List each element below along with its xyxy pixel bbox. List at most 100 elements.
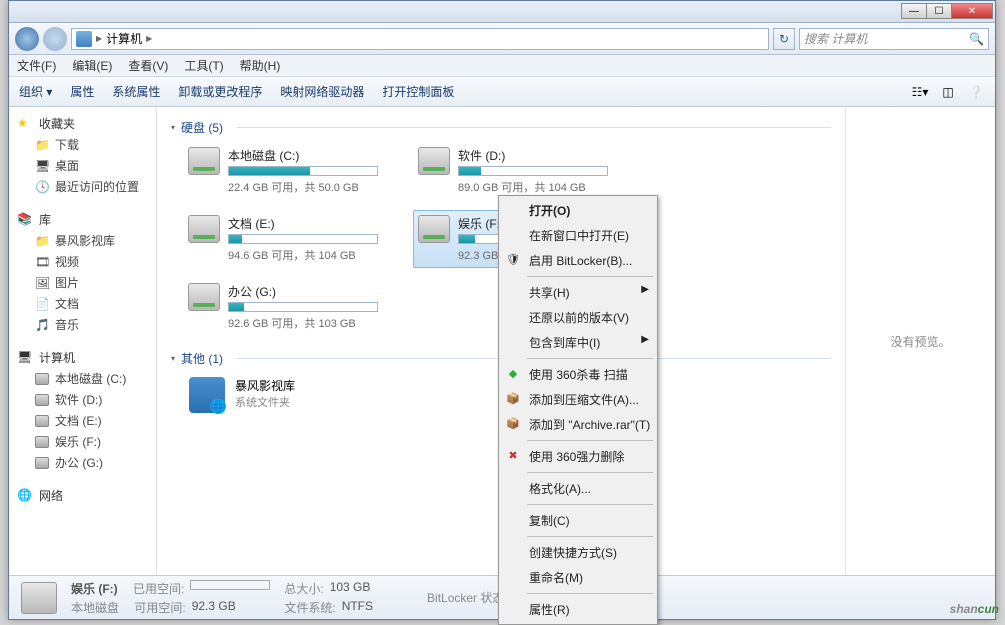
drive-name: 文档 (E:) — [228, 215, 378, 232]
drive-icon — [418, 215, 450, 243]
menu-help[interactable]: 帮助(H) — [240, 57, 281, 74]
folder-icon: 📁 — [35, 138, 49, 152]
refresh-button[interactable]: ↻ — [773, 28, 795, 50]
sidebar-item-drive-d[interactable]: 软件 (D:) — [9, 389, 156, 410]
drive-usage-bar — [228, 302, 378, 312]
menu-edit[interactable]: 编辑(E) — [72, 57, 112, 74]
cm-new-window[interactable]: 在新窗口中打开(E) — [501, 223, 655, 248]
storm-library-icon — [189, 377, 225, 413]
cm-separator — [527, 593, 653, 594]
cm-shortcut[interactable]: 创建快捷方式(S) — [501, 540, 655, 565]
close-button[interactable]: ✕ — [951, 3, 993, 19]
sidebar-item-drive-g[interactable]: 办公 (G:) — [9, 452, 156, 473]
drive-icon — [35, 457, 49, 469]
chevron-right-icon: ▶ — [641, 284, 649, 295]
view-mode-icon[interactable]: ☷▾ — [911, 83, 929, 101]
sidebar-item-video[interactable]: 🎞视频 — [9, 251, 156, 272]
uninstall-button[interactable]: 卸载或更改程序 — [178, 83, 262, 100]
cm-add-archive[interactable]: 📦添加到 "Archive.rar"(T) — [501, 412, 655, 437]
cm-properties[interactable]: 属性(R) — [501, 597, 655, 622]
desktop-icon: 🖥 — [35, 159, 49, 173]
cm-bitlocker[interactable]: 🛡启用 BitLocker(B)... — [501, 248, 655, 273]
drive-stat: 92.6 GB 可用，共 103 GB — [228, 315, 378, 331]
organize-button[interactable]: 组织 ▾ — [19, 83, 52, 100]
cm-restore[interactable]: 还原以前的版本(V) — [501, 305, 655, 330]
sidebar-computer[interactable]: 🖥计算机 — [9, 347, 156, 368]
breadcrumb-item[interactable]: 计算机 — [106, 30, 142, 47]
cm-separator — [527, 536, 653, 537]
shield-icon: ◆ — [505, 365, 521, 381]
drive-icon — [35, 394, 49, 406]
other-item-sub: 系统文件夹 — [235, 394, 295, 410]
forward-button[interactable] — [43, 27, 67, 51]
status-total: 103 GB — [330, 580, 371, 597]
breadcrumb-sep-icon: ▶ — [146, 34, 152, 43]
breadcrumb[interactable]: ▶ 计算机 ▶ — [71, 28, 769, 50]
drive-icon — [188, 215, 220, 243]
drive-item[interactable]: 文档 (E:) 94.6 GB 可用，共 104 GB — [183, 210, 383, 268]
maximize-button[interactable]: ☐ — [926, 3, 952, 19]
back-button[interactable] — [15, 27, 39, 51]
search-placeholder: 搜索 计算机 — [804, 30, 867, 47]
sidebar-item-desktop[interactable]: 🖥桌面 — [9, 155, 156, 176]
library-icon: 📚 — [17, 212, 33, 228]
cm-separator — [527, 358, 653, 359]
menubar: 文件(F) 编辑(E) 查看(V) 工具(T) 帮助(H) — [9, 55, 995, 77]
computer-icon — [76, 31, 92, 47]
menu-tools[interactable]: 工具(T) — [184, 57, 223, 74]
group-header-disks[interactable]: ▾硬盘 (5) — [171, 119, 831, 136]
cm-add-rar[interactable]: 📦添加到压缩文件(A)... — [501, 387, 655, 412]
music-icon: 🎵 — [35, 318, 49, 332]
sidebar-network[interactable]: 🌐网络 — [9, 485, 156, 506]
help-icon[interactable]: ❔ — [967, 83, 985, 101]
sidebar-item-pictures[interactable]: 🖼图片 — [9, 272, 156, 293]
sidebar-item-downloads[interactable]: 📁下载 — [9, 134, 156, 155]
menu-view[interactable]: 查看(V) — [128, 57, 168, 74]
titlebar[interactable]: — ☐ ✕ — [9, 1, 995, 23]
properties-button[interactable]: 属性 — [70, 83, 94, 100]
sidebar-item-drive-e[interactable]: 文档 (E:) — [9, 410, 156, 431]
document-icon: 📄 — [35, 297, 49, 311]
cm-format[interactable]: 格式化(A)... — [501, 476, 655, 501]
cm-include-library[interactable]: 包含到库中(I)▶ — [501, 330, 655, 355]
sidebar-item-stormlib[interactable]: 📁暴风影视库 — [9, 230, 156, 251]
cm-copy[interactable]: 复制(C) — [501, 508, 655, 533]
drive-stat: 89.0 GB 可用，共 104 GB — [458, 179, 608, 195]
cm-open[interactable]: 打开(O) — [501, 198, 655, 223]
sidebar-item-music[interactable]: 🎵音乐 — [9, 314, 156, 335]
search-input[interactable]: 搜索 计算机 🔍 — [799, 28, 989, 50]
cm-360-delete[interactable]: ✖使用 360强力删除 — [501, 444, 655, 469]
sidebar-item-drive-c[interactable]: 本地磁盘 (C:) — [9, 368, 156, 389]
cm-share[interactable]: 共享(H)▶ — [501, 280, 655, 305]
sidebar-item-documents[interactable]: 📄文档 — [9, 293, 156, 314]
drive-usage-bar — [228, 166, 378, 176]
cm-360-scan[interactable]: ◆使用 360杀毒 扫描 — [501, 362, 655, 387]
drive-stat: 22.4 GB 可用，共 50.0 GB — [228, 179, 378, 195]
drive-usage-bar — [458, 166, 608, 176]
menu-file[interactable]: 文件(F) — [17, 57, 56, 74]
navbar: ▶ 计算机 ▶ ↻ 搜索 计算机 🔍 — [9, 23, 995, 55]
preview-pane-icon[interactable]: ◫ — [939, 83, 957, 101]
cm-rename[interactable]: 重命名(M) — [501, 565, 655, 590]
drive-icon — [188, 283, 220, 311]
cm-separator — [527, 472, 653, 473]
recent-icon: 🕓 — [35, 180, 49, 194]
map-drive-button[interactable]: 映射网络驱动器 — [280, 83, 364, 100]
drive-item[interactable]: 办公 (G:) 92.6 GB 可用，共 103 GB — [183, 278, 383, 336]
picture-icon: 🖼 — [35, 276, 49, 290]
drive-icon — [418, 147, 450, 175]
search-icon[interactable]: 🔍 — [969, 32, 984, 46]
network-icon: 🌐 — [17, 488, 33, 504]
system-properties-button[interactable]: 系统属性 — [112, 83, 160, 100]
watermark: shancun — [950, 597, 999, 618]
sidebar-libraries[interactable]: 📚库 — [9, 209, 156, 230]
drive-item[interactable]: 软件 (D:) 89.0 GB 可用，共 104 GB — [413, 142, 613, 200]
drive-item[interactable]: 本地磁盘 (C:) 22.4 GB 可用，共 50.0 GB — [183, 142, 383, 200]
computer-icon: 🖥 — [17, 350, 33, 366]
sidebar-item-recent[interactable]: 🕓最近访问的位置 — [9, 176, 156, 197]
sidebar-item-drive-f[interactable]: 娱乐 (F:) — [9, 431, 156, 452]
control-panel-button[interactable]: 打开控制面板 — [382, 83, 454, 100]
sidebar-favorites[interactable]: ★收藏夹 — [9, 113, 156, 134]
minimize-button[interactable]: — — [901, 3, 927, 19]
archive-icon: 📦 — [505, 415, 521, 431]
